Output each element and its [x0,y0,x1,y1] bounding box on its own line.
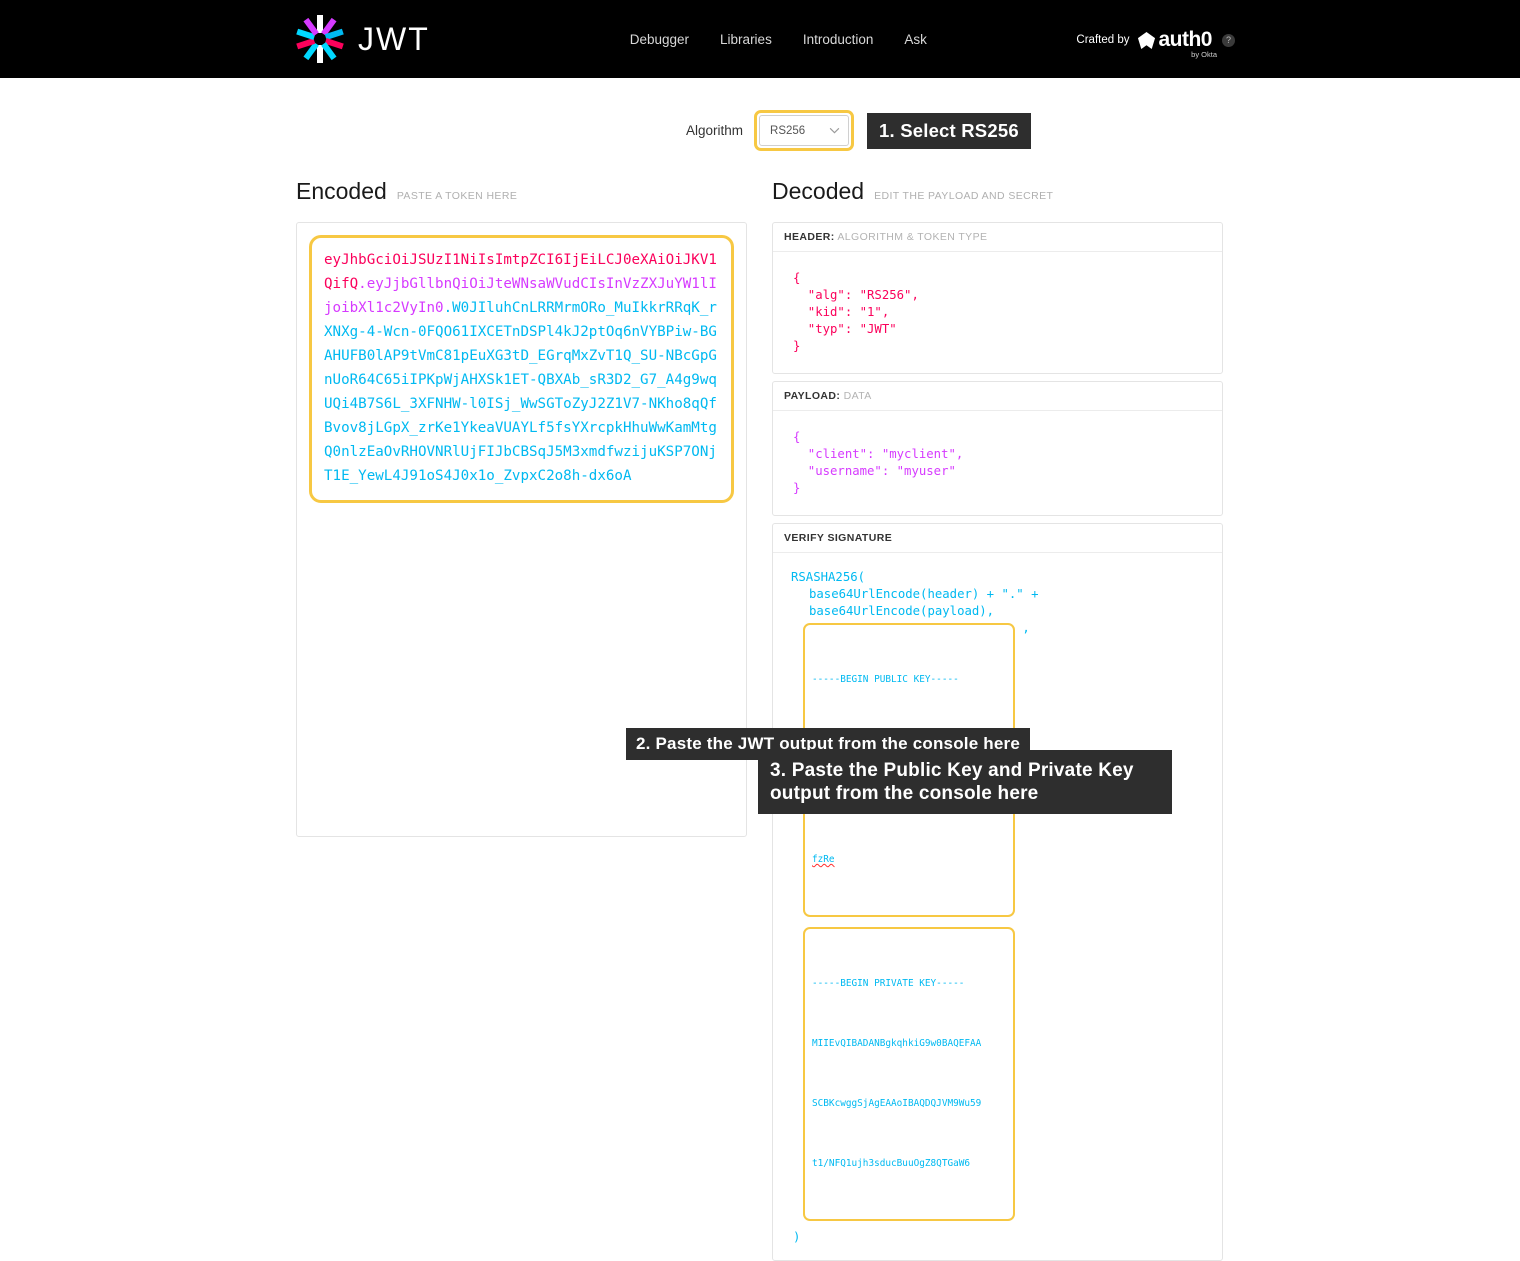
encoded-subtitle: PASTE A TOKEN HERE [397,190,517,202]
public-key-line-3: fzRe [812,850,1006,870]
jwt-token-input[interactable]: eyJhbGciOiJSUzI1NiIsImtpZCI6IjEiLCJ0eXAi… [324,248,719,488]
encoded-title: Encoded [296,178,387,205]
algorithm-selected-value: RS256 [770,125,805,137]
payload-label-sub: DATA [844,390,872,402]
verify-signature-label: VERIFY SIGNATURE [784,532,892,544]
algorithm-select[interactable]: RS256 [759,115,849,146]
chevron-down-icon [829,126,840,136]
jwt-wordmark: JWT [358,21,430,58]
by-okta-label: by Okta [1191,50,1217,59]
header-panel-label: HEADER: ALGORITHM & TOKEN TYPE [773,223,1222,252]
help-icon[interactable]: ? [1222,34,1235,47]
private-key-line-2: SCBKcwggSjAgEAAoIBAQDQJVM9Wu59 [812,1094,1006,1114]
jwt-starburst-icon [295,14,345,64]
header-label-bold: HEADER: [784,231,835,243]
crafted-by-auth0[interactable]: Crafted by auth0 by Okta ? [1076,28,1235,52]
decoded-title: Decoded [772,178,864,205]
nav-link-introduction[interactable]: Introduction [803,32,874,47]
auth0-lock-icon [1137,31,1156,50]
top-navigation-bar: JWT Debugger Libraries Introduction Ask … [0,0,1520,78]
signature-panel: VERIFY SIGNATURE RSASHA256( base64UrlEnc… [772,523,1223,1261]
sig-line-base64-payload: base64UrlEncode(payload), [791,603,1211,620]
private-key-begin: -----BEGIN PRIVATE KEY----- [812,974,1006,994]
tooltip-step-3: 3. Paste the Public Key and Private Key … [758,750,1172,814]
nav-link-ask[interactable]: Ask [904,32,927,47]
encoded-token-box: eyJhbGciOiJSUzI1NiIsImtpZCI6IjEiLCJ0eXAi… [296,222,747,837]
signature-panel-label: VERIFY SIGNATURE [773,524,1222,553]
algorithm-row: Algorithm RS256 1. Select RS256 [0,110,1520,151]
crafted-by-label: Crafted by [1076,34,1129,46]
decoded-heading: Decoded EDIT THE PAYLOAD AND SECRET [772,178,1223,205]
decoded-subtitle: EDIT THE PAYLOAD AND SECRET [874,190,1053,202]
main-nav: Debugger Libraries Introduction Ask [630,32,927,47]
header-label-sub: ALGORITHM & TOKEN TYPE [837,231,987,243]
payload-json-editor[interactable]: { "client": "myclient", "username": "myu… [773,411,1222,515]
encoded-column: Encoded PASTE A TOKEN HERE eyJhbGciOiJSU… [296,178,747,1261]
decoded-column: Decoded EDIT THE PAYLOAD AND SECRET HEAD… [772,178,1223,1261]
auth0-wordmark: auth0 [1158,28,1212,52]
debugger-columns: Encoded PASTE A TOKEN HERE eyJhbGciOiJSU… [0,178,1520,1261]
public-key-begin: -----BEGIN PUBLIC KEY----- [812,670,1006,690]
algorithm-label: Algorithm [686,123,743,138]
tooltip-step-1: 1. Select RS256 [867,113,1031,149]
token-signature-segment: .W0JIluhCnLRRMrmORo_MuIkkrRRqK_rXNXg-4-W… [324,300,717,484]
private-key-line-1: MIIEvQIBADANBgkqhkiG9w0BAQEFAA [812,1034,1006,1054]
payload-panel-label: PAYLOAD: DATA [773,382,1222,411]
sig-line-base64-header: base64UrlEncode(header) + "." + [791,586,1211,603]
signature-body: RSASHA256( base64UrlEncode(header) + "."… [773,553,1222,1260]
brand-logo[interactable]: JWT [295,14,430,64]
payload-panel: PAYLOAD: DATA { "client": "myclient", "u… [772,381,1223,516]
private-key-highlight-ring: -----BEGIN PRIVATE KEY----- MIIEvQIBADAN… [803,927,1015,1221]
private-key-line-3: t1/NFQ1ujh3sducBuuOgZ8QTGaW6 [812,1154,1006,1174]
encoded-heading: Encoded PASTE A TOKEN HERE [296,178,747,205]
sig-closing-paren: ) [791,1229,1211,1246]
sig-line-rsasha256: RSASHA256( [791,569,1211,586]
nav-link-debugger[interactable]: Debugger [630,32,689,47]
header-json-editor[interactable]: { "alg": "RS256", "kid": "1", "typ": "JW… [773,252,1222,373]
header-panel: HEADER: ALGORITHM & TOKEN TYPE { "alg": … [772,222,1223,374]
token-highlight-ring: eyJhbGciOiJSUzI1NiIsImtpZCI6IjEiLCJ0eXAi… [309,235,734,503]
payload-label-bold: PAYLOAD: [784,390,840,402]
public-key-trailing-comma: , [1022,620,1029,637]
algorithm-highlight-ring: RS256 [754,110,854,151]
private-key-input[interactable]: -----BEGIN PRIVATE KEY----- MIIEvQIBADAN… [812,934,1006,1214]
nav-link-libraries[interactable]: Libraries [720,32,772,47]
